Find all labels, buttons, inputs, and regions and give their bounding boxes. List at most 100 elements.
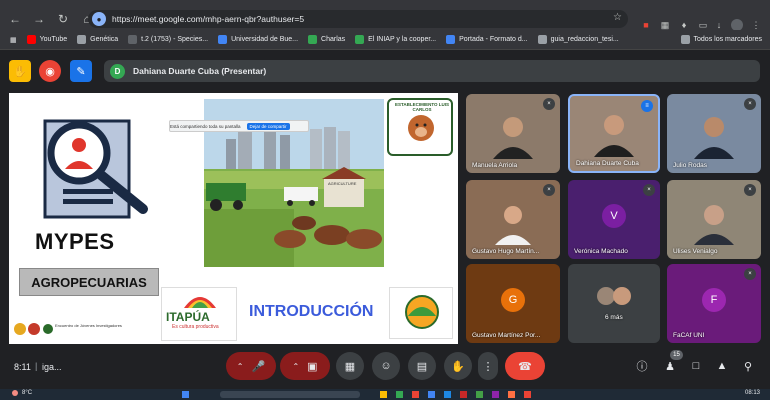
weather-widget[interactable]: 8°C [12,390,32,396]
separator: | [35,361,38,371]
people-icon[interactable]: ♟ [662,358,678,374]
participant-thumbnails [597,287,631,305]
site-icon [446,35,456,44]
chevron-up-icon: ⌃ [292,361,300,371]
more-participants-tile[interactable]: 6 más [568,264,660,343]
hand-icon: ✋ [451,360,465,373]
participant-tile[interactable]: × Manuela Arriola [466,94,560,173]
participants-count-badge: 15 [670,350,683,360]
magnifier-person-icon [43,119,148,219]
folder-icon [680,35,690,44]
participant-video [493,117,533,159]
camera-off-icon: ▣ [307,360,318,373]
footer-logos-icon [14,323,53,335]
slide-footer: Encuentro de Jóvenes Investigadores [55,323,122,328]
participant-tile[interactable]: F × FaCAf UNI [667,264,761,343]
link-icon [537,35,547,44]
avatar: F [702,287,726,312]
participant-tile[interactable]: × Ulises Venialgo [667,180,761,259]
hang-up-icon: ☎ [518,360,532,373]
hand-icon[interactable]: ✋ [9,60,31,82]
bookmark-item[interactable]: YouTube [26,35,67,44]
info-icon[interactable]: ⓘ [634,358,650,374]
mic-off-icon: × [543,98,555,110]
meet-controls-bar: 8:11 | iga... ⌃ 🎤 ⌃ ▣ ▦ ☺ ▤ ✋ ⋮ ☎ ⓘ ♟ 15… [0,344,770,389]
google-icon [308,35,318,44]
partner-logo [389,287,453,339]
present-button[interactable]: ▦ [336,352,364,380]
folder-icon [77,35,87,44]
presentation-banner[interactable]: D Dahiana Duarte Cuba (Presentar) [104,60,760,82]
chat-icon[interactable]: □ [688,358,704,374]
emoji-icon: ☺ [380,360,392,372]
captions-icon: ▤ [416,360,428,373]
edit-icon[interactable]: ✎ [70,60,92,82]
captions-button[interactable]: ▤ [408,352,436,380]
present-icon: ▦ [344,360,356,373]
bookmark-item[interactable]: El INIAP y la cooper... [355,35,436,44]
participant-name: Julio Rodas [673,162,707,169]
screen-share-notice: Está compartiendo toda su pantalla Dejar… [169,120,309,132]
cow-logo-icon [408,115,434,141]
record-icon[interactable]: ◉ [39,60,61,82]
youtube-icon [26,35,36,44]
participant-tile[interactable]: ≡ Dahiana Duarte Cuba [568,94,660,173]
bookmark-item[interactable]: Genética [77,35,118,44]
participant-video [694,205,734,245]
participant-video [594,115,634,157]
participant-tile[interactable]: × Gustavo Hugo Martín... [466,180,560,259]
bookmark-star-icon[interactable]: ☆ [613,12,622,23]
participant-name: Dahiana Duarte Cuba [576,160,639,167]
participant-video [495,206,531,245]
os-taskbar: 8°C 08:13 [0,389,770,400]
reload-icon[interactable]: ↻ [54,10,72,28]
participant-tile[interactable]: V × Verónica Machado [568,180,660,259]
participant-name: FaCAf UNI [673,332,705,339]
stop-sharing-button[interactable]: Dejar de compartir [246,122,290,130]
bookmark-item[interactable]: Portada - Formato d... [446,35,528,44]
slide-title: MYPES [35,229,115,254]
bookmark-item[interactable]: t.2 (1753) - Species... [128,35,208,44]
avatar: D [110,63,125,79]
address-url: https://meet.google.com/mhp-aern-qbr?aut… [112,14,305,24]
slide-intro-heading: INTRODUCCIÓN [249,303,374,320]
participant-tile[interactable]: × Julio Rodas [667,94,761,173]
partner-circle-icon [405,295,439,329]
mic-off-icon: × [543,184,555,196]
mic-off-icon: × [744,98,756,110]
browser-tabstrip [0,0,770,8]
avatar: V [602,203,626,228]
more-count: 6 más [605,314,623,321]
slide-subtitle: AGROPECUARIAS [19,268,159,296]
back-icon[interactable]: ← [6,10,24,28]
camera-toggle-button[interactable]: ⌃ ▣ [280,352,330,380]
bookmark-item[interactable]: Charlas [308,35,345,44]
shared-presentation: MYPES AGROPECUARIAS AGRICULTURE Está com… [9,93,458,344]
participant-name: Gustavo Martínez Por... [472,332,541,339]
google-icon [355,35,365,44]
address-bar[interactable]: ● https://meet.google.com/mhp-aern-qbr?a… [88,10,628,28]
leave-call-button[interactable]: ☎ [505,352,545,380]
presenter-label: Dahiana Duarte Cuba (Presentar) [133,66,267,76]
emoji-button[interactable]: ☺ [372,352,400,380]
mic-toggle-button[interactable]: ⌃ 🎤 [226,352,276,380]
participant-tile[interactable]: G Gustavo Martínez Por... [466,264,560,343]
raise-hand-button[interactable]: ✋ [444,352,472,380]
more-options-button[interactable]: ⋮ [478,352,498,380]
mic-off-icon: × [744,184,756,196]
globe-icon [218,35,228,44]
site-info-icon[interactable]: ● [92,12,106,26]
participant-name: Manuela Arriola [472,162,518,169]
apps-icon[interactable]: ▦ [10,36,17,44]
avatar: G [501,287,525,312]
bookmark-item[interactable]: Universidad de Bue... [218,35,298,44]
bookmark-item[interactable]: guia_redaccion_tesi... [537,35,619,44]
participant-name: Verónica Machado [574,248,628,255]
all-bookmarks[interactable]: Todos los marcadores [680,35,762,44]
activities-icon[interactable]: ▲ [714,358,730,374]
host-controls-icon[interactable]: ⚲ [740,358,756,374]
system-clock: 08:13 [744,390,760,396]
chevron-up-icon: ⌃ [236,361,244,371]
forward-icon[interactable]: → [30,10,48,28]
itapua-leaf-icon [184,297,216,308]
